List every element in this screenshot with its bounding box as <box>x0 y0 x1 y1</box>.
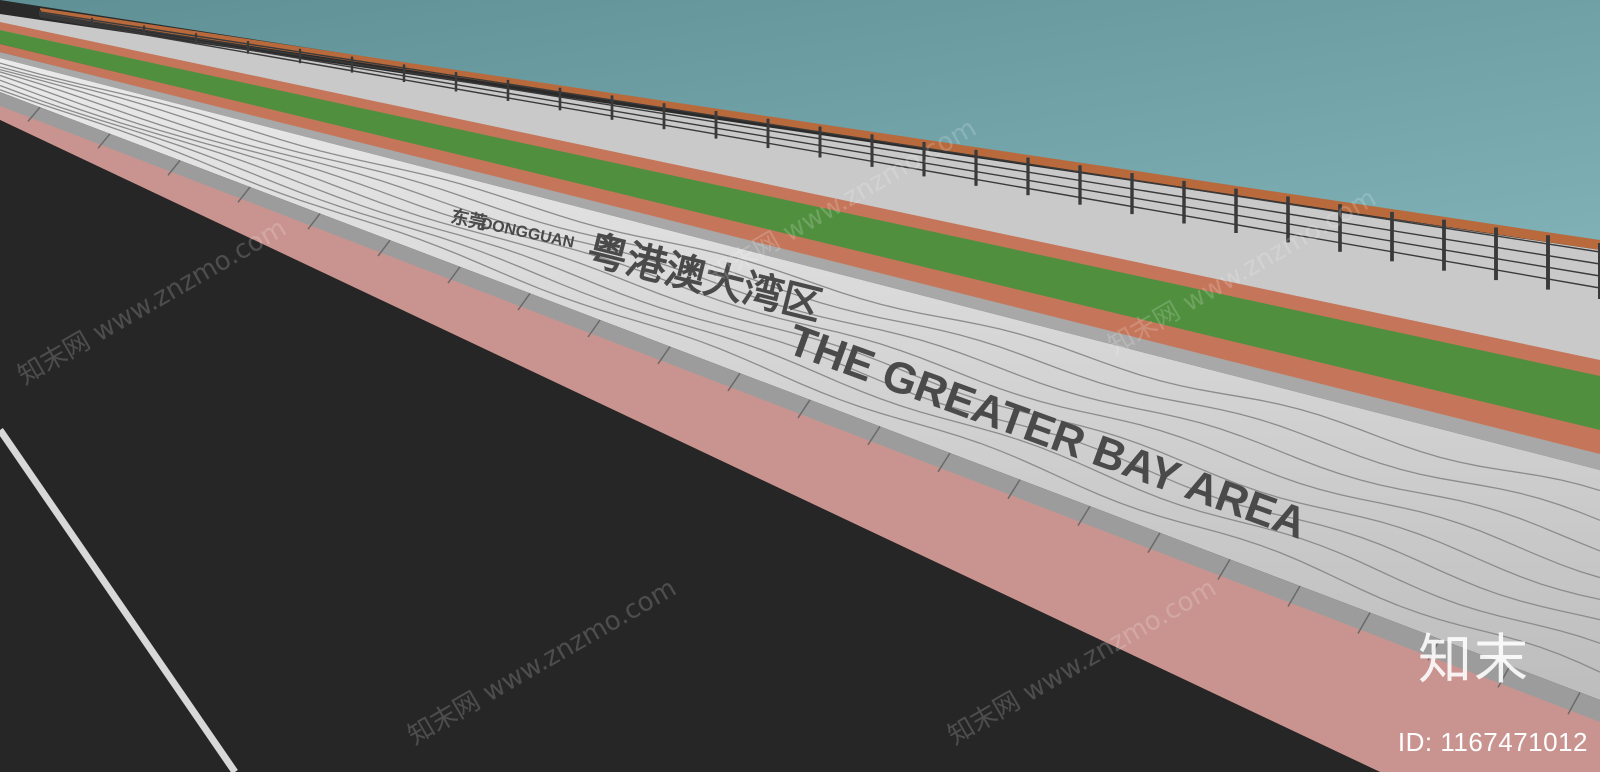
watermark-logo: 知末 <box>1418 628 1530 691</box>
riverfront-scene: 粤港澳大湾区 THE GREATER BAY AREA 东莞 DONGGUAN … <box>0 0 1600 772</box>
scene-render: 粤港澳大湾区 THE GREATER BAY AREA 东莞 DONGGUAN <box>0 0 1600 772</box>
image-id-label: ID: 1167471012 <box>1397 727 1588 757</box>
